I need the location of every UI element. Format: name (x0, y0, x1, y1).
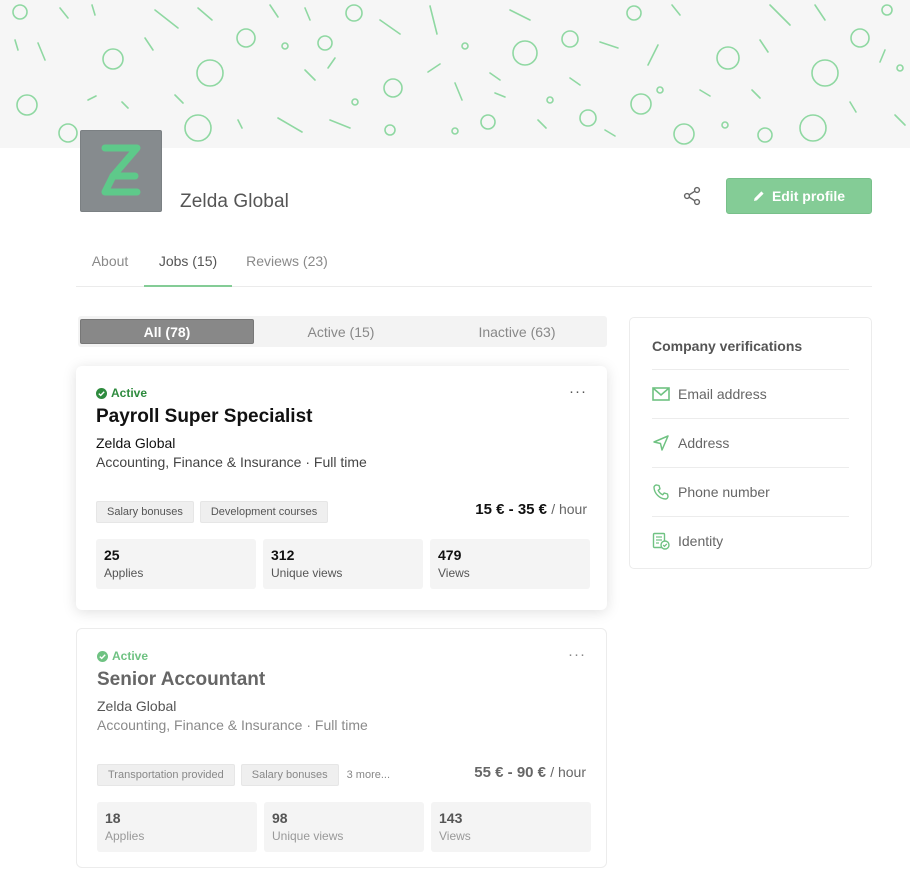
company-verifications-panel: Company verifications Email address Addr… (629, 317, 872, 569)
job-more-options-icon[interactable]: ··· (569, 383, 587, 400)
job-stats: 18 Applies 98 Unique views 143 Views (97, 802, 591, 852)
job-status: Active (97, 649, 148, 663)
stat-label: Views (439, 829, 471, 843)
verification-label: Phone number (678, 484, 770, 500)
job-title[interactable]: Senior Accountant (97, 669, 265, 691)
share-icon (683, 186, 701, 206)
stat-label: Unique views (272, 829, 344, 843)
stat-views: 143 Views (431, 802, 591, 852)
job-more-options-icon[interactable]: ··· (568, 646, 586, 663)
job-company: Zelda Global (96, 435, 176, 451)
job-tags: Salary bonuses Development courses (96, 501, 329, 523)
job-salary-unit: / hour (551, 501, 587, 517)
job-stats: 25 Applies 312 Unique views 479 Views (96, 539, 590, 589)
profile-tabs: About Jobs (15) Reviews (23) (76, 244, 872, 287)
verification-email[interactable]: Email address (652, 369, 849, 418)
company-logo (80, 130, 162, 212)
stat-value: 479 (438, 547, 462, 563)
verification-label: Email address (678, 386, 767, 402)
more-tags-link[interactable]: 3 more... (347, 769, 390, 781)
filter-active[interactable]: Active (15) (254, 319, 428, 344)
job-card[interactable]: Active ··· Senior Accountant Zelda Globa… (76, 628, 607, 868)
job-tag: Transportation provided (97, 764, 235, 786)
job-salary-range: 55 € - 90 € (474, 764, 547, 781)
job-status-label: Active (112, 649, 149, 663)
job-card[interactable]: Active ··· Payroll Super Specialist Zeld… (76, 366, 607, 610)
id-check-icon (652, 532, 670, 550)
phone-icon (652, 483, 670, 501)
stat-label: Applies (105, 829, 145, 843)
stat-label: Applies (104, 566, 144, 580)
job-status-filter: All (78) Active (15) Inactive (63) (78, 316, 607, 347)
job-tags: Transportation provided Salary bonuses 3… (97, 764, 390, 786)
stat-unique-views: 312 Unique views (263, 539, 423, 589)
tab-jobs[interactable]: Jobs (15) (144, 244, 232, 287)
stat-value: 98 (272, 810, 288, 826)
filter-all[interactable]: All (78) (80, 319, 254, 344)
zelda-logo-icon (101, 144, 141, 196)
location-arrow-icon (652, 434, 670, 452)
tab-reviews[interactable]: Reviews (23) (236, 244, 338, 287)
job-company: Zelda Global (97, 698, 177, 714)
stat-value: 312 (271, 547, 295, 563)
verification-address[interactable]: Address (652, 418, 849, 467)
edit-profile-label: Edit profile (771, 188, 846, 204)
verification-label: Address (678, 435, 730, 451)
verification-label: Identity (678, 533, 724, 549)
check-circle-icon (97, 650, 108, 662)
verification-phone[interactable]: Phone number (652, 467, 849, 516)
stat-value: 143 (439, 810, 463, 826)
filter-inactive[interactable]: Inactive (63) (430, 319, 604, 344)
job-salary: 15 € - 35 € / hour (475, 501, 587, 518)
job-status: Active (96, 386, 147, 400)
stat-applies: 18 Applies (97, 802, 257, 852)
share-button[interactable] (680, 184, 704, 208)
stat-views: 479 Views (430, 539, 590, 589)
pencil-icon (753, 191, 764, 201)
cover-banner (0, 0, 910, 148)
tab-about[interactable]: About (76, 244, 144, 287)
stat-value: 25 (104, 547, 120, 563)
envelope-icon (652, 385, 670, 403)
job-salary: 55 € - 90 € / hour (474, 764, 586, 781)
stat-label: Unique views (271, 566, 343, 580)
check-circle-icon (96, 387, 107, 399)
job-tag: Development courses (199, 501, 329, 523)
edit-profile-button[interactable]: Edit profile (726, 178, 872, 214)
stat-applies: 25 Applies (96, 539, 256, 589)
job-title[interactable]: Payroll Super Specialist (96, 406, 312, 428)
job-category: Accounting, Finance & Insurance · Full t… (96, 454, 367, 470)
job-status-label: Active (111, 386, 148, 400)
job-salary-range: 15 € - 35 € (475, 501, 548, 518)
stat-label: Views (438, 566, 470, 580)
banner-pattern (12, 4, 906, 145)
company-name: Zelda Global (180, 191, 289, 212)
verifications-title: Company verifications (652, 338, 803, 354)
job-tag: Salary bonuses (96, 501, 194, 523)
verification-identity[interactable]: Identity (652, 516, 849, 565)
stat-unique-views: 98 Unique views (264, 802, 424, 852)
job-salary-unit: / hour (550, 764, 586, 780)
job-tag: Salary bonuses (240, 764, 339, 786)
stat-value: 18 (105, 810, 121, 826)
job-category: Accounting, Finance & Insurance · Full t… (97, 717, 368, 733)
